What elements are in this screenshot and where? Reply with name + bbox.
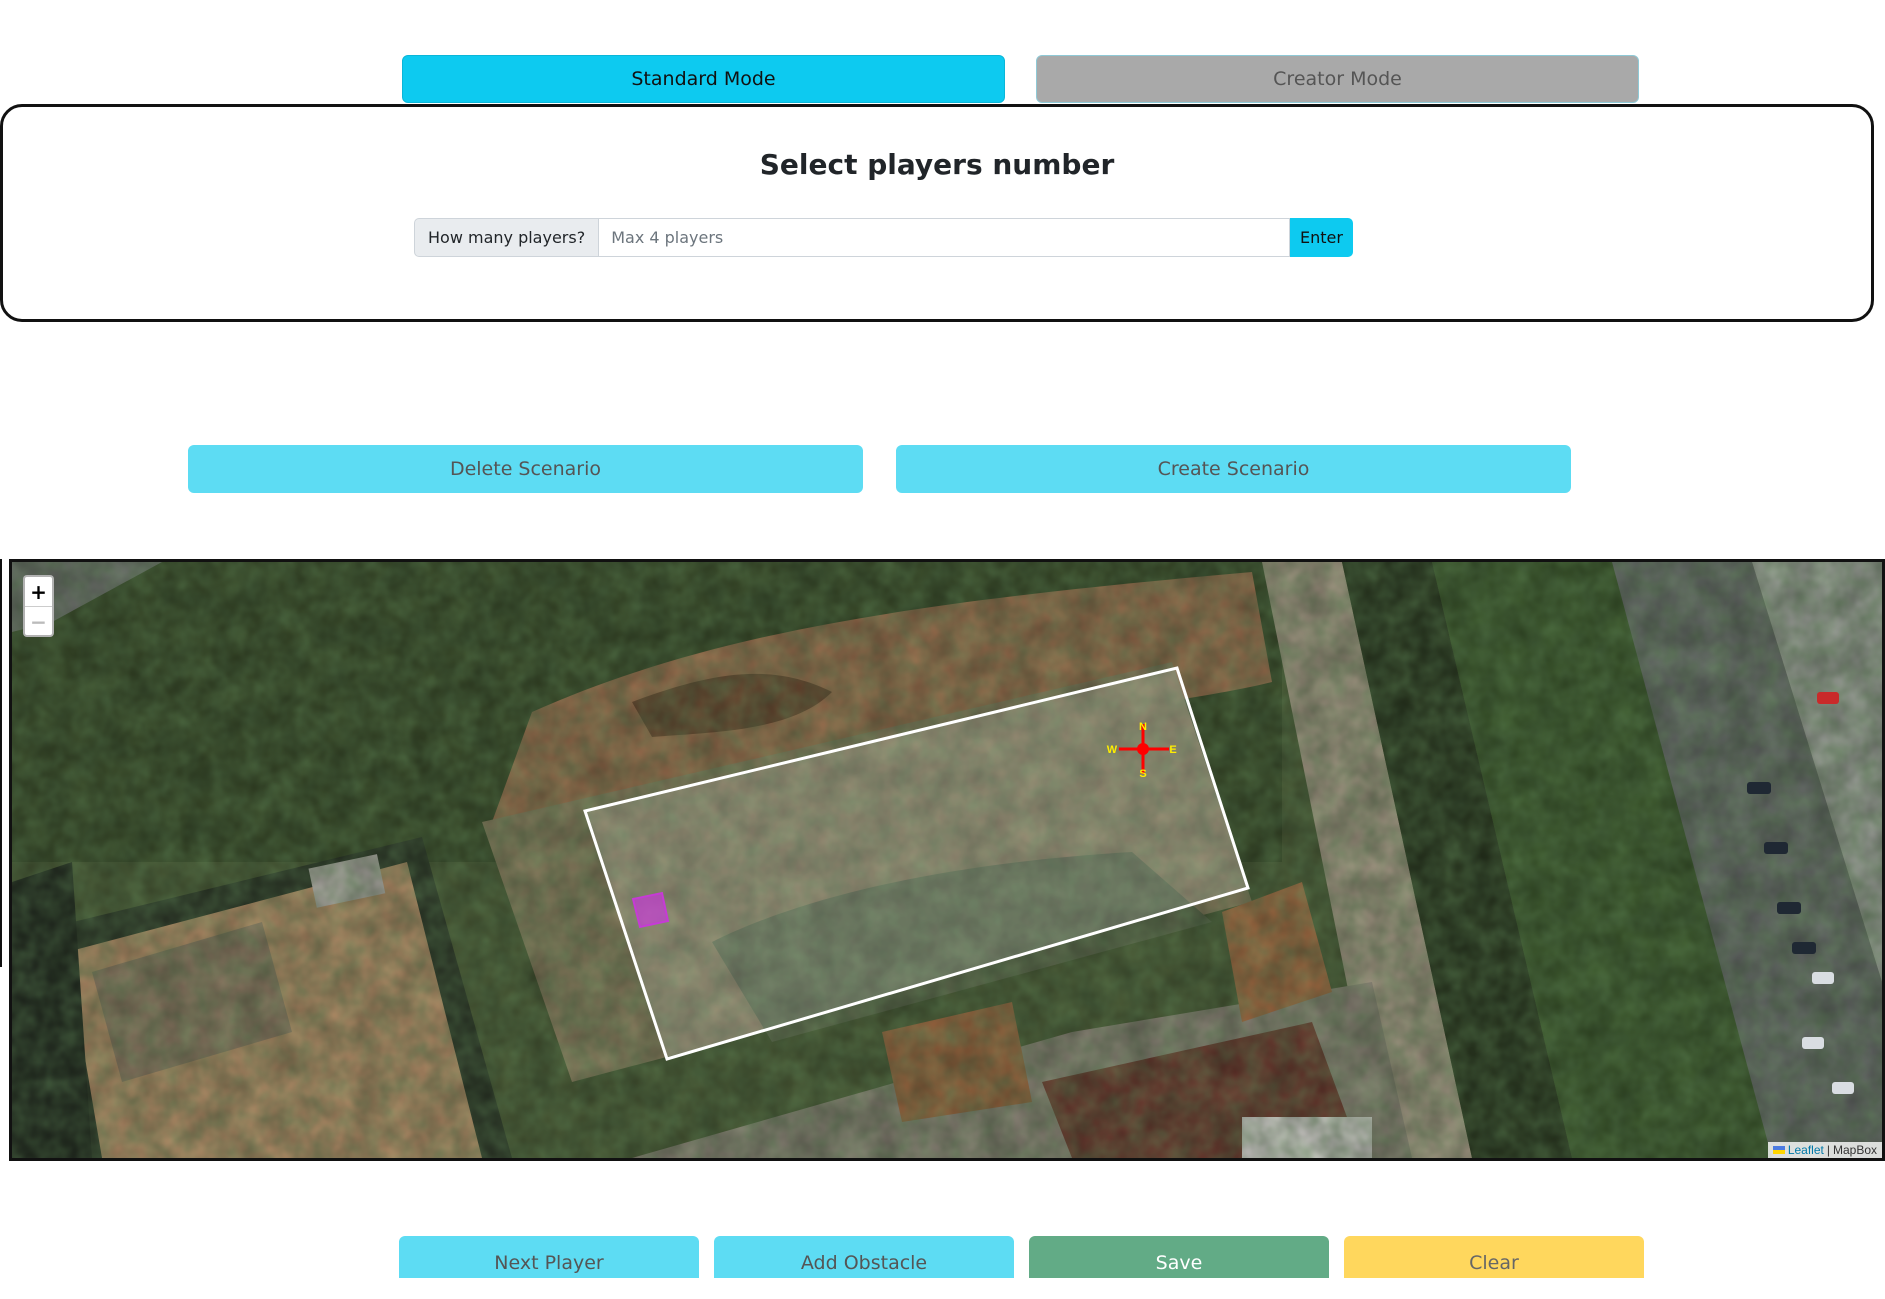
creator-mode-button[interactable]: Creator Mode — [1036, 55, 1639, 103]
map-view[interactable]: N S E W + − Leaflet | MapBox — [9, 559, 1885, 1161]
create-scenario-button[interactable]: Create Scenario — [896, 445, 1571, 493]
compass-south: S — [1139, 768, 1146, 780]
players-input-group: How many players? Enter — [414, 218, 1353, 257]
player-marker[interactable] — [631, 891, 670, 929]
attribution-separator: | — [1826, 1143, 1830, 1157]
add-obstacle-button[interactable]: Add Obstacle — [714, 1236, 1014, 1278]
zoom-control: + − — [23, 575, 54, 637]
save-button[interactable]: Save — [1029, 1236, 1329, 1278]
compass-north: N — [1139, 721, 1147, 733]
zoom-in-button[interactable]: + — [25, 577, 52, 606]
enter-button[interactable]: Enter — [1290, 218, 1353, 257]
scenario-overlay: N S E W — [583, 666, 1250, 1061]
compass-west: W — [1107, 744, 1118, 756]
standard-mode-button[interactable]: Standard Mode — [402, 55, 1005, 103]
left-edge-divider — [0, 559, 2, 967]
zoom-out-button[interactable]: − — [25, 606, 52, 636]
compass-east: E — [1169, 744, 1176, 756]
players-input-prefix: How many players? — [414, 218, 600, 257]
map-attribution: Leaflet | MapBox — [1767, 1142, 1882, 1158]
delete-scenario-button[interactable]: Delete Scenario — [188, 445, 863, 493]
field-boundary[interactable] — [583, 666, 1250, 1061]
players-panel-title: Select players number — [759, 148, 1115, 181]
mapbox-attribution: MapBox — [1832, 1143, 1877, 1157]
players-panel: Select players number How many players? … — [0, 104, 1874, 322]
leaflet-link[interactable]: Leaflet — [1788, 1143, 1824, 1157]
clear-button[interactable]: Clear — [1344, 1236, 1644, 1278]
ukraine-flag-icon — [1772, 1146, 1785, 1154]
next-player-button[interactable]: Next Player — [399, 1236, 699, 1278]
players-number-input[interactable] — [599, 218, 1290, 257]
